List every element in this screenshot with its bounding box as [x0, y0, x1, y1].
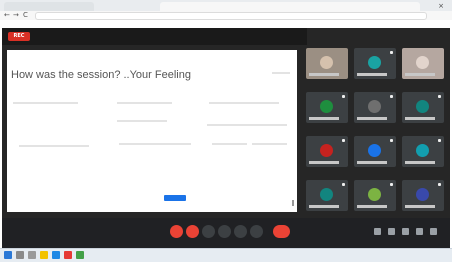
participant-name: [309, 161, 339, 164]
browser-tab[interactable]: [4, 2, 94, 11]
slide-heading: How was the session? ..Your Feeling: [11, 69, 191, 81]
raise-hand-button[interactable]: [218, 225, 231, 238]
avatar: [416, 188, 429, 201]
participant-tile[interactable]: [402, 180, 444, 211]
participant-tile[interactable]: [354, 48, 396, 79]
camera-off-button[interactable]: [186, 225, 199, 238]
end-call-button[interactable]: [273, 225, 290, 238]
present-button[interactable]: [234, 225, 247, 238]
recording-badge: REC: [8, 32, 30, 41]
participant-tile[interactable]: [354, 180, 396, 211]
mic-off-icon: [390, 139, 393, 142]
participant-tile[interactable]: [306, 48, 348, 79]
info-icon[interactable]: [374, 228, 381, 235]
chat-icon[interactable]: [402, 228, 409, 235]
avatar: [416, 144, 429, 157]
slide-submit-button[interactable]: [164, 195, 186, 201]
slide-line: [252, 143, 287, 145]
avatar: [368, 188, 381, 201]
edge-icon[interactable]: [52, 251, 60, 259]
meeting-header: REC: [2, 28, 307, 45]
participant-name: [309, 117, 339, 120]
participant-name: [405, 205, 435, 208]
mic-off-icon: [390, 95, 393, 98]
app-icon[interactable]: [76, 251, 84, 259]
participant-tile[interactable]: [402, 136, 444, 167]
meeting-controls-bar: [2, 218, 450, 248]
participant-name: [405, 73, 435, 76]
participant-name: [309, 205, 339, 208]
avatar: [320, 56, 333, 69]
reload-icon[interactable]: C: [23, 12, 28, 19]
slide-scrollbar[interactable]: [292, 200, 294, 206]
presentation-slide: How was the session? ..Your Feeling: [7, 50, 297, 212]
chrome-icon[interactable]: [64, 251, 72, 259]
activities-icon[interactable]: [416, 228, 423, 235]
participant-name: [309, 73, 339, 76]
participant-name: [357, 73, 387, 76]
participant-tile[interactable]: [402, 48, 444, 79]
mic-off-icon: [342, 183, 345, 186]
participant-tile[interactable]: [402, 92, 444, 123]
participant-name: [357, 205, 387, 208]
back-icon[interactable]: ←: [4, 12, 10, 19]
mic-off-icon: [342, 95, 345, 98]
file-explorer-icon[interactable]: [40, 251, 48, 259]
slide-line: [13, 102, 78, 104]
captions-button[interactable]: [202, 225, 215, 238]
avatar: [368, 56, 381, 69]
task-view-icon[interactable]: [28, 251, 36, 259]
participant-tile[interactable]: [306, 136, 348, 167]
search-icon[interactable]: [16, 251, 24, 259]
close-tab-icon[interactable]: ×: [438, 2, 444, 10]
participant-tile[interactable]: [306, 92, 348, 123]
mic-off-icon: [390, 183, 393, 186]
address-bar[interactable]: [35, 12, 427, 20]
participant-name: [357, 117, 387, 120]
mic-off-icon: [438, 183, 441, 186]
avatar: [320, 144, 333, 157]
browser-tab-active[interactable]: [160, 2, 420, 11]
browser-toolbar: ← → C: [0, 11, 452, 20]
slide-line: [119, 143, 191, 145]
slide-line: [207, 124, 287, 126]
slide-line: [117, 120, 167, 122]
avatar: [416, 56, 429, 69]
avatar: [368, 144, 381, 157]
avatar: [368, 100, 381, 113]
slide-line: [117, 102, 172, 104]
participant-name: [357, 161, 387, 164]
start-icon[interactable]: [4, 251, 12, 259]
participant-name: [405, 161, 435, 164]
participant-tile[interactable]: [306, 180, 348, 211]
more-options-button[interactable]: [250, 225, 263, 238]
avatar: [320, 100, 333, 113]
slide-line: [19, 145, 89, 147]
slide-line: [209, 102, 279, 104]
participant-name: [405, 117, 435, 120]
mic-off-button[interactable]: [170, 225, 183, 238]
slide-line: [212, 143, 247, 145]
participant-tile[interactable]: [354, 92, 396, 123]
forward-icon[interactable]: →: [13, 12, 19, 19]
os-taskbar: [0, 248, 452, 262]
slide-line: [272, 72, 290, 74]
lock-icon[interactable]: [430, 228, 437, 235]
people-icon[interactable]: [388, 228, 395, 235]
mic-off-icon: [438, 95, 441, 98]
avatar: [320, 188, 333, 201]
avatar: [416, 100, 429, 113]
mic-off-icon: [438, 139, 441, 142]
mic-off-icon: [390, 51, 393, 54]
mic-off-icon: [342, 139, 345, 142]
participant-tile[interactable]: [354, 136, 396, 167]
